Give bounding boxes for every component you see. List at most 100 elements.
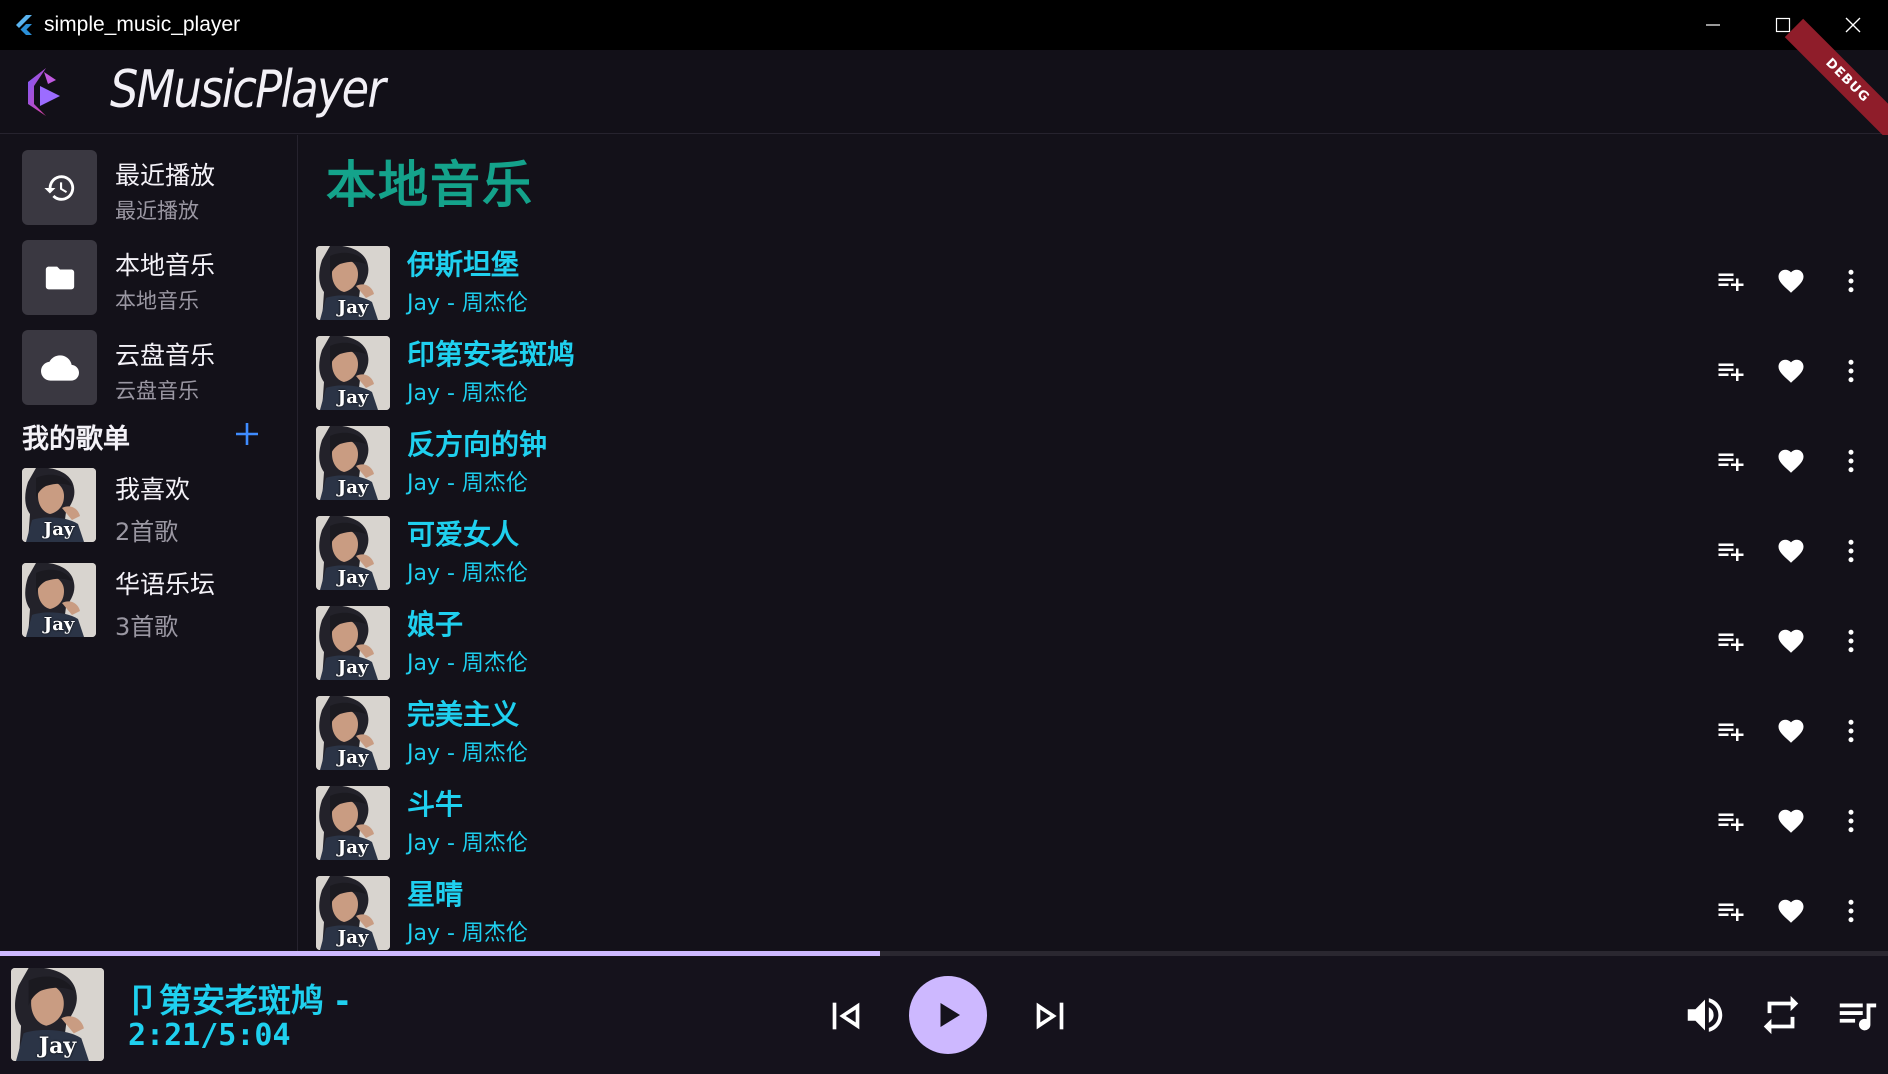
heart-icon: [1778, 899, 1804, 923]
song-cover-image: Jay: [316, 876, 390, 950]
more-vert-icon: [1848, 629, 1854, 653]
sidebar: 最近播放 最近播放 本地音乐 本地音乐 云盘音乐 云盘音乐 我的歌单 Jay 我…: [0, 135, 298, 951]
song-cover-image: Jay: [316, 786, 390, 860]
app-logo-icon: [28, 68, 60, 116]
heart-icon: [1778, 809, 1804, 833]
main-content: 本地音乐 Jay 伊斯坦堡 Jay - 周杰伦 Jay 印第安老斑鸠 Jay - 周杰伦 J…: [300, 135, 1888, 951]
song-row[interactable]: Jay 反方向的钟 Jay - 周杰伦: [316, 419, 1876, 500]
maximize-icon: [1775, 17, 1791, 33]
heart-icon: [1778, 359, 1804, 383]
volume-button[interactable]: [1680, 990, 1730, 1040]
nav-item-title: 本地音乐: [115, 251, 216, 280]
song-artist: Jay - 周杰伦: [407, 831, 528, 856]
app-window: simple_music_player SMusicPlayer DEBUG 最…: [0, 0, 1888, 1074]
add-to-playlist-button[interactable]: [1711, 891, 1751, 931]
favorite-button[interactable]: [1771, 891, 1811, 931]
nav-item-recent[interactable]: 最近播放 最近播放: [22, 150, 282, 226]
more-vert-icon: [1848, 449, 1854, 473]
favorite-button[interactable]: [1771, 261, 1811, 301]
song-title: 星晴: [407, 878, 464, 911]
more-vert-icon: [1848, 809, 1854, 833]
nav-item-cloud[interactable]: 云盘音乐 云盘音乐: [22, 330, 282, 406]
window-title: simple_music_player: [44, 13, 241, 36]
nav-tile: [22, 330, 97, 405]
playlist-name: 我喜欢: [115, 475, 191, 504]
minimize-icon: [1706, 24, 1720, 26]
folder-icon: [45, 266, 74, 289]
queue-music-icon: [1839, 1003, 1877, 1031]
song-cover-image: Jay: [316, 516, 390, 590]
playlist-add-icon: [1718, 363, 1744, 381]
repeat-icon: [1763, 995, 1799, 1035]
cloud-icon: [40, 354, 79, 381]
favorite-button[interactable]: [1771, 711, 1811, 751]
more-options-button[interactable]: [1831, 621, 1871, 661]
app-header: SMusicPlayer DEBUG: [0, 18, 1888, 144]
favorite-button[interactable]: [1771, 621, 1811, 661]
add-to-playlist-button[interactable]: [1711, 801, 1751, 841]
minimize-button[interactable]: [1678, 0, 1748, 50]
more-options-button[interactable]: [1831, 801, 1871, 841]
song-artist: Jay - 周杰伦: [407, 471, 528, 496]
add-to-playlist-button[interactable]: [1711, 261, 1751, 301]
playback-time: 2:21/5:04: [128, 1018, 291, 1053]
cover-text: Jay: [337, 477, 369, 498]
nav-item-local[interactable]: 本地音乐 本地音乐: [22, 240, 282, 316]
playlist-item[interactable]: Jay 华语乐坛 3首歌: [22, 563, 282, 641]
heart-icon: [1778, 269, 1804, 293]
song-artist: Jay - 周杰伦: [407, 651, 528, 676]
play-button[interactable]: [909, 976, 987, 1054]
more-options-button[interactable]: [1831, 351, 1871, 391]
favorite-button[interactable]: [1771, 801, 1811, 841]
song-title: 反方向的钟: [407, 428, 548, 461]
song-row[interactable]: Jay 印第安老斑鸠 Jay - 周杰伦: [316, 329, 1876, 410]
playlists-header: 我的歌单: [22, 417, 262, 457]
song-title: 完美主义: [407, 698, 520, 731]
playlist-item[interactable]: Jay 我喜欢 2首歌: [22, 468, 282, 546]
heart-icon: [1778, 449, 1804, 473]
song-row[interactable]: Jay 星晴 Jay - 周杰伦: [316, 869, 1876, 950]
playlist-add-icon: [1718, 903, 1744, 921]
song-cover-image: Jay: [316, 336, 390, 410]
more-options-button[interactable]: [1831, 711, 1871, 751]
song-row[interactable]: Jay 娘子 Jay - 周杰伦: [316, 599, 1876, 680]
add-to-playlist-button[interactable]: [1711, 621, 1751, 661]
playlist-add-icon: [1718, 813, 1744, 831]
more-options-button[interactable]: [1831, 441, 1871, 481]
song-artist: Jay - 周杰伦: [407, 921, 528, 946]
song-artist: Jay - 周杰伦: [407, 381, 528, 406]
favorite-button[interactable]: [1771, 441, 1811, 481]
more-options-button[interactable]: [1831, 891, 1871, 931]
next-button[interactable]: [1024, 990, 1076, 1042]
song-row[interactable]: Jay 可爱女人 Jay - 周杰伦: [316, 509, 1876, 590]
more-vert-icon: [1848, 899, 1854, 923]
repeat-button[interactable]: [1756, 990, 1806, 1040]
song-row[interactable]: Jay 伊斯坦堡 Jay - 周杰伦: [316, 239, 1876, 320]
song-title: 可爱女人: [407, 518, 520, 551]
add-to-playlist-button[interactable]: [1711, 441, 1751, 481]
song-row[interactable]: Jay 斗牛 Jay - 周杰伦: [316, 779, 1876, 860]
favorite-button[interactable]: [1771, 351, 1811, 391]
song-cover-image: Jay: [316, 246, 390, 320]
playlist-add-icon: [1718, 453, 1744, 471]
add-playlist-button[interactable]: [232, 419, 262, 449]
nav-item-subtitle: 云盘音乐: [115, 379, 199, 403]
song-row[interactable]: Jay 完美主义 Jay - 周杰伦: [316, 689, 1876, 770]
cover-text: Jay: [43, 614, 75, 635]
more-options-button[interactable]: [1831, 261, 1871, 301]
song-cover-image: Jay: [316, 696, 390, 770]
add-to-playlist-button[interactable]: [1711, 351, 1751, 391]
playlist-add-icon: [1718, 543, 1744, 561]
close-button[interactable]: [1818, 0, 1888, 50]
playlist-count: 3首歌: [115, 613, 179, 641]
song-artist: Jay - 周杰伦: [407, 561, 528, 586]
more-options-button[interactable]: [1831, 531, 1871, 571]
add-to-playlist-button[interactable]: [1711, 531, 1751, 571]
previous-button[interactable]: [820, 990, 872, 1042]
add-to-playlist-button[interactable]: [1711, 711, 1751, 751]
heart-icon: [1778, 719, 1804, 743]
favorite-button[interactable]: [1771, 531, 1811, 571]
queue-button[interactable]: [1832, 990, 1882, 1040]
nav-item-subtitle: 最近播放: [115, 199, 199, 223]
page-title: 本地音乐: [326, 156, 534, 214]
